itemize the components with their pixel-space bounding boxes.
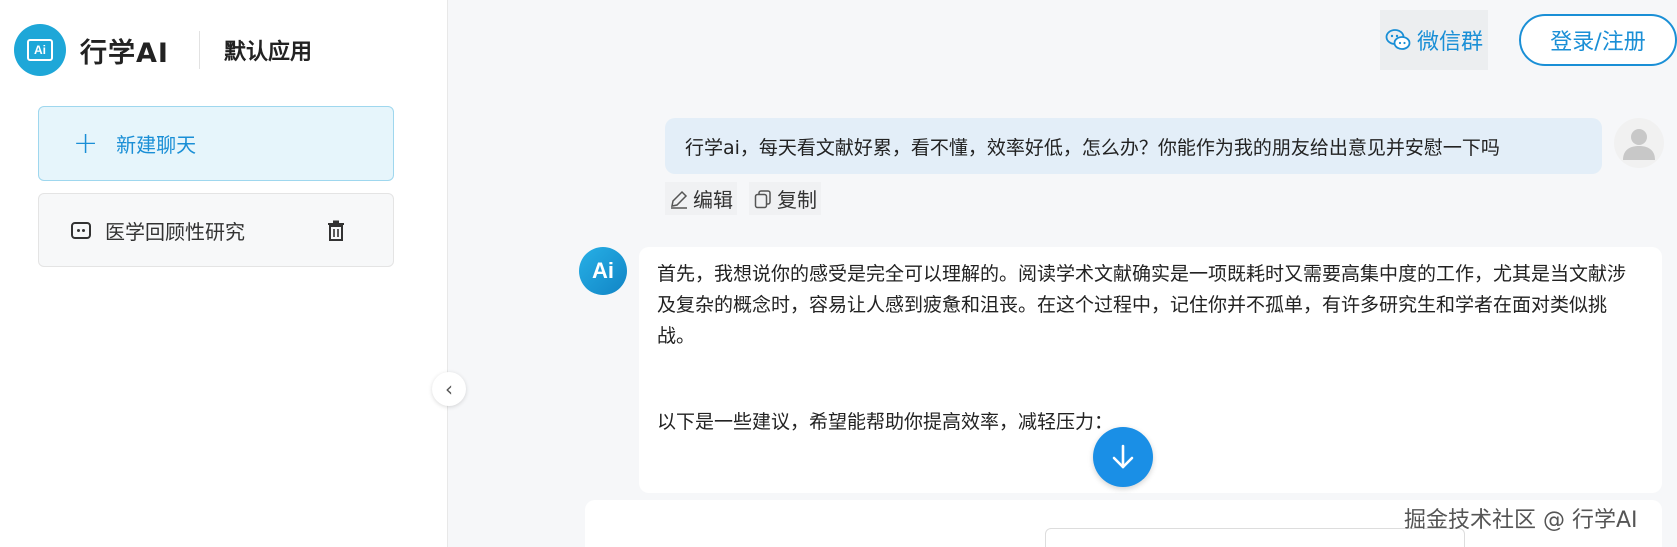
watermark: 掘金技术社区 @ 行学AI <box>1404 508 1638 533</box>
app-name: 默认应用 <box>223 40 312 65</box>
user-message-text: 行学ai，每天看文献好累，看不懂，效率好低，怎么办？你能作为我的朋友给出意见并安… <box>685 136 1500 159</box>
ai-avatar: Ai <box>579 247 627 295</box>
sidebar: Ai 行学AI 默认应用 + 新建聊天 医学回顾性研究 <box>0 0 448 547</box>
user-avatar <box>1614 118 1664 168</box>
chat-item-label: 医学回顾性研究 <box>105 219 245 244</box>
collapse-sidebar-button[interactable]: ‹ <box>432 372 466 406</box>
plus-icon: + <box>73 125 99 161</box>
login-register-button[interactable]: 登录/注册 <box>1519 14 1677 66</box>
message-actions: 编辑 复制 <box>665 182 821 215</box>
ai-paragraph-2: 以下是一些建议，希望能帮助你提高效率，减轻压力： <box>657 411 1114 433</box>
wechat-label: 微信群 <box>1416 30 1483 55</box>
scroll-to-bottom-button[interactable] <box>1093 427 1153 487</box>
brand: Ai 行学AI 默认应用 <box>14 24 312 76</box>
new-chat-button[interactable]: + 新建聊天 <box>38 106 394 181</box>
sidebar-chat-item[interactable]: 医学回顾性研究 <box>38 193 394 267</box>
edit-icon <box>671 190 688 209</box>
copy-button[interactable]: 复制 <box>749 182 821 215</box>
brand-name: 行学AI <box>80 37 169 69</box>
copy-icon <box>754 189 771 208</box>
new-chat-label: 新建聊天 <box>116 133 197 157</box>
brand-divider <box>198 31 200 69</box>
wechat-group-button[interactable]: 微信群 <box>1380 10 1488 70</box>
logo-text: Ai <box>27 39 53 61</box>
user-message-bubble: 行学ai，每天看文献好累，看不懂，效率好低，怎么办？你能作为我的朋友给出意见并安… <box>665 118 1602 174</box>
chat-bubble-icon <box>71 221 91 239</box>
trash-icon[interactable] <box>327 220 345 242</box>
copy-label: 复制 <box>777 188 817 212</box>
wechat-icon <box>1385 29 1411 50</box>
arrow-down-icon <box>1112 444 1134 469</box>
ai-paragraph-1: 首先，我想说你的感受是完全可以理解的。阅读学术文献确实是一项既耗时又需要高集中度… <box>657 263 1627 347</box>
chevron-left-icon: ‹ <box>445 377 453 401</box>
chat-input-field[interactable] <box>1045 528 1465 547</box>
edit-label: 编辑 <box>693 188 733 212</box>
user-avatar-icon <box>1623 129 1655 160</box>
logo-icon: Ai <box>14 24 66 76</box>
edit-button[interactable]: 编辑 <box>665 182 737 215</box>
